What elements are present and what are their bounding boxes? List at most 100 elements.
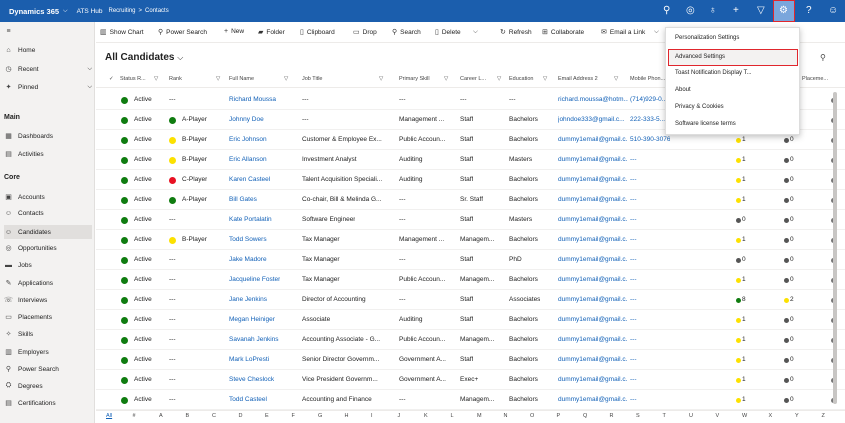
- task-icon[interactable]: ◎: [686, 5, 695, 16]
- menu-item-personalization-settings[interactable]: Personalization Settings: [675, 35, 739, 41]
- sidebar-item-applications[interactable]: ✎ Applications: [4, 279, 92, 288]
- alphabet-filter-h[interactable]: H: [345, 413, 349, 419]
- sidebar-item-power-search[interactable]: ⚲ Power Search: [4, 365, 92, 374]
- app-name[interactable]: ATS Hub: [77, 8, 103, 15]
- lightbulb-icon[interactable]: ♁: [709, 5, 717, 16]
- plus-icon[interactable]: +: [733, 5, 739, 16]
- delete-button[interactable]: ▯ Delete: [435, 28, 461, 37]
- cell-full-name-link[interactable]: Todd Sowers: [229, 236, 267, 243]
- alphabet-filter-i[interactable]: I: [371, 413, 373, 419]
- alphabet-filter-g[interactable]: G: [318, 413, 322, 419]
- filter-icon[interactable]: ▽: [154, 76, 158, 82]
- alphabet-filter-m[interactable]: M: [477, 413, 482, 419]
- view-selector[interactable]: All Candidates ⌵: [105, 52, 183, 63]
- search-button[interactable]: ⚲ Search: [392, 28, 421, 37]
- alphabet-filter-hash[interactable]: #: [133, 413, 136, 419]
- folder-button[interactable]: ▰ Folder: [258, 28, 285, 37]
- cell-mobile-phone[interactable]: ---: [630, 216, 637, 223]
- cell-full-name-link[interactable]: Steve Cheslock: [229, 376, 274, 383]
- new-button[interactable]: + New: [224, 28, 244, 35]
- table-row[interactable]: Active --- Jacqueline Foster Tax Manager Pub…: [96, 270, 845, 290]
- alphabet-filter-e[interactable]: E: [265, 413, 269, 419]
- cell-full-name-link[interactable]: Eric Johnson: [229, 136, 267, 143]
- cell-full-name-link[interactable]: Mark LoPresti: [229, 356, 269, 363]
- column-header-job-title[interactable]: Job Title: [302, 76, 322, 82]
- filter-icon[interactable]: ▽: [497, 76, 501, 82]
- table-row[interactable]: Active --- Kate Portalatin Software Enginee…: [96, 210, 845, 230]
- cell-email-link[interactable]: dummy1email@gmail.c...: [558, 396, 628, 403]
- cell-email-link[interactable]: dummy1email@gmail.c...: [558, 176, 628, 183]
- drop-button[interactable]: ▭ Drop: [353, 28, 377, 37]
- alphabet-filter-y[interactable]: Y: [795, 413, 799, 419]
- sidebar-item-skills[interactable]: ✧ Skills: [4, 330, 92, 339]
- sidebar-item-recent[interactable]: ◷ Recent ⌵: [4, 65, 92, 74]
- sidebar-item-degrees[interactable]: ⛭ Degrees: [4, 382, 92, 390]
- cell-mobile-phone[interactable]: ---: [630, 276, 637, 283]
- cell-mobile-phone[interactable]: ---: [630, 196, 637, 203]
- chevron-down-icon[interactable]: ⌵: [87, 84, 92, 91]
- cell-email-link[interactable]: dummy1email@gmail.c...: [558, 336, 628, 343]
- cell-mobile-phone[interactable]: ---: [630, 256, 637, 263]
- filter-icon[interactable]: ▽: [216, 76, 220, 82]
- column-header-full-name[interactable]: Full Name: [229, 76, 254, 82]
- cell-full-name-link[interactable]: Kate Portalatin: [229, 216, 272, 223]
- brand-name[interactable]: Dynamics 365: [9, 7, 59, 16]
- cell-mobile-phone[interactable]: ---: [630, 236, 637, 243]
- column-header-placements[interactable]: Placeme...: [802, 76, 828, 82]
- cell-mobile-phone[interactable]: ---: [630, 376, 637, 383]
- alphabet-filter-p[interactable]: P: [557, 413, 561, 419]
- cell-email-link[interactable]: dummy1email@gmail.c...: [558, 296, 628, 303]
- settings-button[interactable]: ⚙: [773, 0, 795, 22]
- alphabet-filter-all[interactable]: All: [106, 413, 112, 419]
- select-all-checkbox[interactable]: ✓: [109, 76, 114, 82]
- filter-icon[interactable]: ▽: [757, 5, 765, 16]
- alphabet-filter-j[interactable]: J: [398, 413, 401, 419]
- cell-email-link[interactable]: johndoe333@gmail.c...: [558, 116, 625, 123]
- table-row[interactable]: Active B-Player Todd Sowers Tax Manager Mana…: [96, 230, 845, 250]
- alphabet-filter-w[interactable]: W: [742, 413, 747, 419]
- alphabet-filter-o[interactable]: O: [530, 413, 534, 419]
- vertical-scrollbar[interactable]: [833, 92, 837, 404]
- alphabet-filter-t[interactable]: T: [663, 413, 666, 419]
- table-row[interactable]: Active --- Todd Casteel Accounting and Fina…: [96, 390, 845, 410]
- cell-mobile-phone[interactable]: ---: [630, 296, 637, 303]
- cell-full-name-link[interactable]: Todd Casteel: [229, 396, 267, 403]
- cell-email-link[interactable]: dummy1email@gmail.c...: [558, 256, 628, 263]
- alphabet-filter-r[interactable]: R: [610, 413, 614, 419]
- hamburger-button[interactable]: ≡: [4, 28, 92, 35]
- column-header-primary-skill[interactable]: Primary Skill: [399, 76, 430, 82]
- refresh-button[interactable]: ↻ Refresh: [500, 28, 532, 37]
- table-row[interactable]: Active --- Megan Heiniger Associate Auditing…: [96, 310, 845, 330]
- menu-item-privacy-cookies[interactable]: Privacy & Cookies: [675, 104, 724, 110]
- alphabet-filter-z[interactable]: Z: [822, 413, 825, 419]
- filter-icon[interactable]: ▽: [444, 76, 448, 82]
- search-icon[interactable]: ⚲: [820, 53, 826, 62]
- sidebar-item-activities[interactable]: ▤ Activities: [4, 150, 92, 159]
- sidebar-item-home[interactable]: ⌂ Home: [4, 47, 92, 54]
- filter-icon[interactable]: ▽: [284, 76, 288, 82]
- clipboard-button[interactable]: ▯ Clipboard: [300, 28, 335, 37]
- show-chart-button[interactable]: ▥ Show Chart: [100, 28, 144, 37]
- table-row[interactable]: Active --- Steve Cheslock Vice President Go…: [96, 370, 845, 390]
- cell-email-link[interactable]: dummy1email@gmail.c...: [558, 376, 628, 383]
- collaborate-button[interactable]: ⊞ Collaborate: [542, 28, 584, 37]
- breadcrumb-entity[interactable]: Contacts: [145, 8, 169, 14]
- sidebar-item-placements[interactable]: ▭ Placements: [4, 313, 92, 322]
- cell-full-name-link[interactable]: Megan Heiniger: [229, 316, 275, 323]
- sidebar-item-interviews[interactable]: ☏ Interviews: [4, 296, 92, 305]
- sidebar-item-contacts[interactable]: ☺ Contacts: [4, 210, 92, 217]
- alphabet-filter-u[interactable]: U: [689, 413, 693, 419]
- menu-item-software-license[interactable]: Software license terms: [675, 121, 736, 127]
- column-header-rank[interactable]: Rank: [169, 76, 182, 82]
- chevron-down-icon[interactable]: ⌵: [63, 8, 68, 15]
- table-row[interactable]: Active C-Player Karen Casteel Talent Acquis…: [96, 170, 845, 190]
- cell-mobile-phone[interactable]: 222-333-5...: [630, 116, 665, 123]
- table-row[interactable]: Active --- Mark LoPresti Senior Director Go…: [96, 350, 845, 370]
- filter-icon[interactable]: ▽: [614, 76, 618, 82]
- cell-full-name-link[interactable]: Johnny Doe: [229, 116, 264, 123]
- cell-mobile-phone[interactable]: (714)929-0...: [630, 96, 667, 103]
- table-row[interactable]: Active B-Player Eric Allanson Investment An…: [96, 150, 845, 170]
- sidebar-item-jobs[interactable]: ▬ Jobs: [4, 262, 92, 269]
- cell-email-link[interactable]: richard.moussa@hotm...: [558, 96, 628, 103]
- more-dropdown-icon[interactable]: ⌵: [473, 28, 478, 36]
